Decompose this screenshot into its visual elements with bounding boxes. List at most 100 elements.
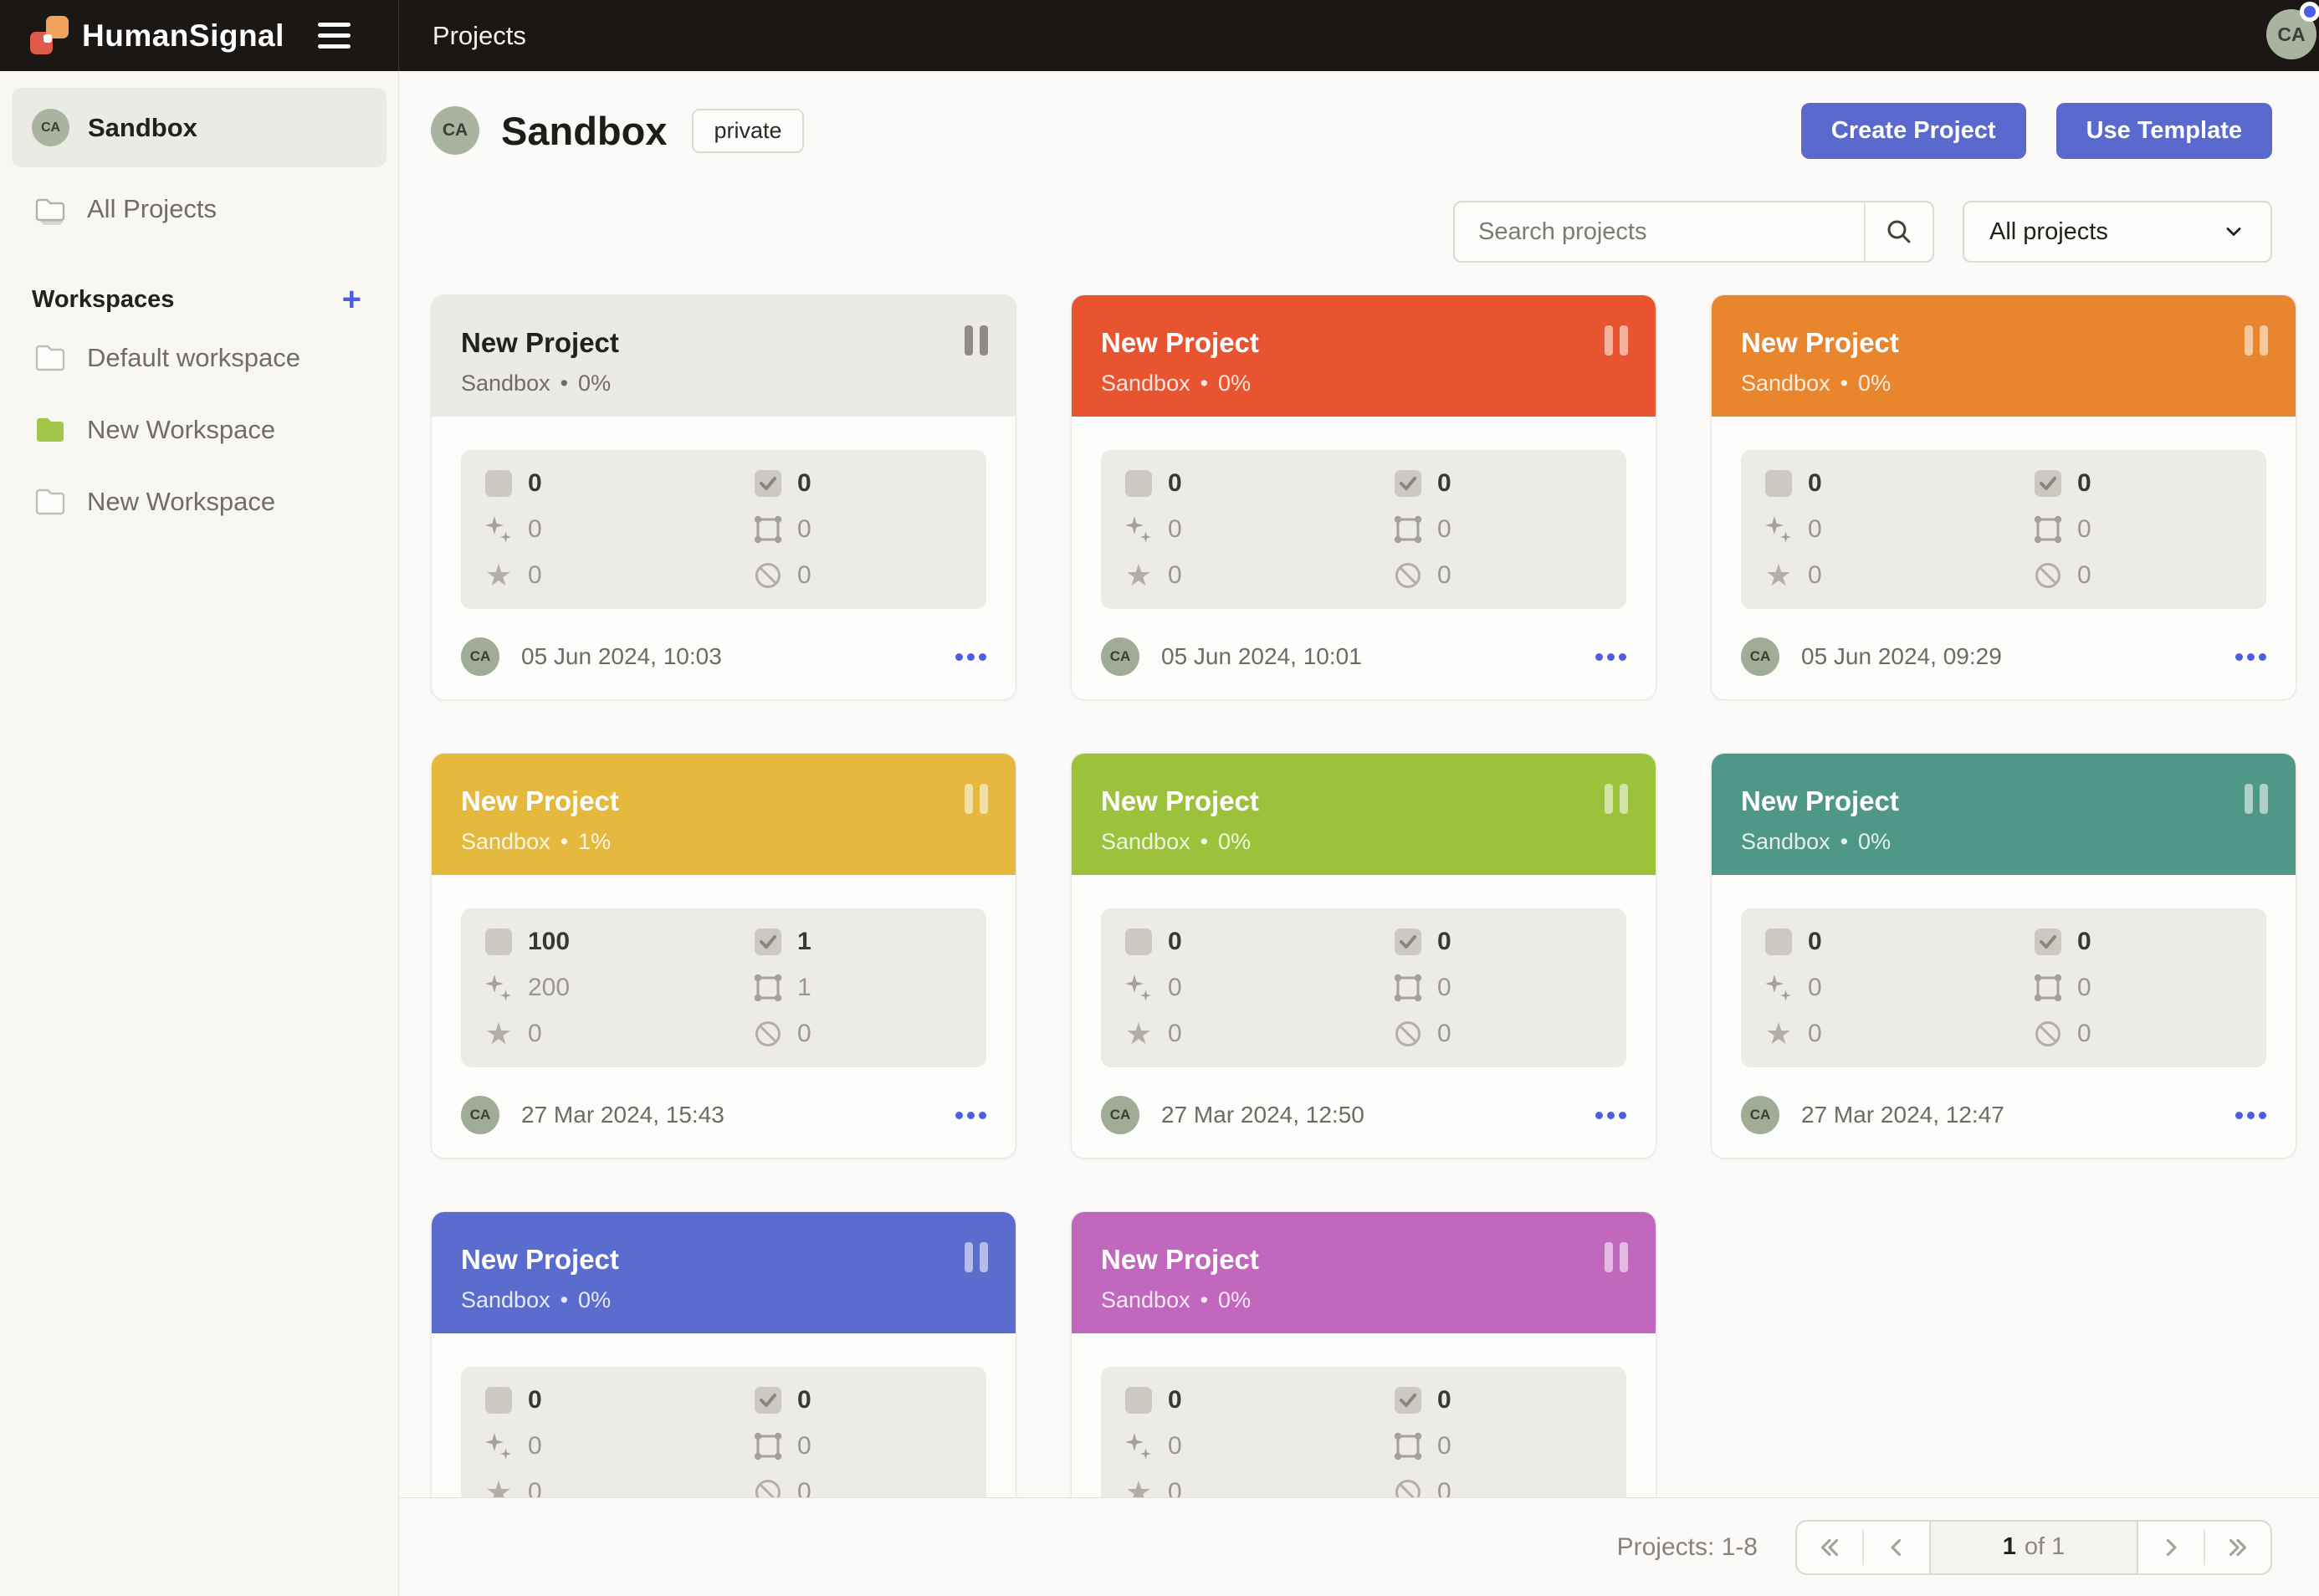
chevron-right-icon	[2157, 1533, 2185, 1562]
stat-tasks: 100	[483, 926, 752, 958]
first-page-button[interactable]	[1797, 1522, 1862, 1573]
brand-logo[interactable]: HumanSignal	[0, 16, 284, 56]
sidebar-item-all-projects[interactable]: All Projects	[12, 179, 386, 239]
stat-starred: ★ 0	[1763, 1018, 2032, 1050]
stat-skipped: 0	[2032, 560, 2266, 591]
user-avatar[interactable]: CA	[2266, 9, 2316, 59]
privacy-badge: private	[692, 109, 803, 153]
last-page-button[interactable]	[2205, 1522, 2270, 1573]
star-icon: ★	[483, 1018, 514, 1050]
sidebar-item-label: New Workspace	[87, 487, 275, 517]
project-title: New Project	[1101, 785, 1626, 817]
pause-icon[interactable]	[965, 784, 988, 814]
square-icon	[1763, 926, 1794, 958]
next-page-button[interactable]	[2138, 1522, 2204, 1573]
topbar-nav-projects[interactable]: Projects	[433, 21, 526, 51]
project-card[interactable]: New Project Sandbox • 0% 0 0	[1711, 753, 2296, 1159]
stat-annotations: 0	[2032, 926, 2266, 958]
use-template-button[interactable]: Use Template	[2056, 103, 2272, 159]
stat-skipped: 0	[1392, 1018, 1626, 1050]
sidebar-item-default-workspace[interactable]: Default workspace	[12, 328, 386, 388]
project-card[interactable]: New Project Sandbox • 0% 0 0	[1071, 294, 1656, 700]
stat-starred: ★ 0	[483, 1018, 752, 1050]
pause-icon[interactable]	[2245, 325, 2268, 356]
project-card-header: New Project Sandbox • 1%	[432, 754, 1016, 875]
star-icon: ★	[1763, 1018, 1794, 1050]
page-header: CA Sandbox private Create Project Use Te…	[431, 100, 2272, 161]
current-page: 1	[2003, 1533, 2016, 1561]
project-card-header: New Project Sandbox • 0%	[432, 1212, 1016, 1333]
sidebar-item-label: Sandbox	[88, 113, 197, 143]
create-project-button[interactable]: Create Project	[1801, 103, 2026, 159]
pager: 1 of 1	[1795, 1520, 2272, 1575]
project-card[interactable]: New Project Sandbox • 0% 0 0	[431, 294, 1016, 700]
card-menu-ellipsis-icon[interactable]	[2235, 645, 2266, 669]
square-icon	[483, 926, 514, 958]
previous-page-button[interactable]	[1864, 1522, 1929, 1573]
project-subtitle: Sandbox • 1%	[461, 829, 986, 855]
card-menu-ellipsis-icon[interactable]	[1595, 645, 1626, 669]
pause-icon[interactable]	[2245, 784, 2268, 814]
filter-selected-value: All projects	[1989, 218, 2108, 246]
project-card-footer: CA 27 Mar 2024, 12:50	[1072, 1096, 1656, 1158]
pause-icon[interactable]	[1605, 784, 1628, 814]
sidebar-item-sandbox[interactable]: CA Sandbox	[12, 88, 386, 167]
project-card[interactable]: New Project Sandbox • 0% 0 0	[1711, 294, 2296, 700]
stat-regions: 0	[1392, 514, 1626, 545]
check-square-icon	[2032, 926, 2064, 958]
card-menu-ellipsis-icon[interactable]	[955, 645, 986, 669]
sidebar-item-label: Default workspace	[87, 343, 300, 373]
project-workspace: Sandbox	[461, 371, 550, 396]
stat-predictions: 0	[1123, 972, 1392, 1004]
stat-regions: 0	[752, 514, 986, 545]
stat-predictions: 0	[1123, 1430, 1392, 1462]
creator-avatar: CA	[1741, 637, 1779, 676]
project-card-header: New Project Sandbox • 0%	[432, 295, 1016, 417]
creator-avatar: CA	[1101, 637, 1139, 676]
chevron-left-icon	[1882, 1533, 1911, 1562]
project-stats-panel: 0 0 ★ 0	[1101, 908, 1626, 1067]
projects-filter-select[interactable]: All projects	[1963, 201, 2272, 263]
add-workspace-button[interactable]: +	[337, 283, 366, 316]
sparkles-icon	[1763, 972, 1794, 1004]
bounding-box-icon	[1392, 514, 1424, 545]
ban-icon	[2032, 1018, 2064, 1050]
stat-skipped: 0	[752, 560, 986, 591]
project-progress: 0%	[578, 1287, 611, 1313]
search-input[interactable]	[1455, 202, 1864, 261]
project-card-footer: CA 05 Jun 2024, 10:03	[432, 637, 1016, 699]
pause-icon[interactable]	[965, 1242, 988, 1272]
project-card-footer: CA 05 Jun 2024, 09:29	[1712, 637, 2296, 699]
folder-filled-green-icon	[32, 413, 69, 447]
created-date: 27 Mar 2024, 12:47	[1801, 1102, 2004, 1128]
stat-skipped: 0	[2032, 1018, 2266, 1050]
pause-icon[interactable]	[1605, 325, 1628, 356]
project-card[interactable]: New Project Sandbox • 1% 100 200	[431, 753, 1016, 1159]
sidebar-item-new-workspace-1[interactable]: New Workspace	[12, 400, 386, 460]
project-title: New Project	[1101, 1244, 1626, 1276]
bounding-box-icon	[752, 1430, 784, 1462]
search-button[interactable]	[1864, 202, 1932, 261]
folder-outline-icon	[32, 485, 69, 519]
project-workspace: Sandbox	[1101, 1287, 1190, 1313]
sparkles-icon	[1123, 1430, 1154, 1462]
pause-icon[interactable]	[1605, 1242, 1628, 1272]
bullet-separator: •	[1840, 829, 1848, 855]
created-date: 27 Mar 2024, 12:50	[1161, 1102, 1364, 1128]
double-chevron-left-icon	[1815, 1533, 1844, 1562]
sidebar-item-new-workspace-2[interactable]: New Workspace	[12, 472, 386, 532]
stat-tasks: 0	[1123, 926, 1392, 958]
star-icon: ★	[1123, 560, 1154, 591]
notification-dot	[2300, 2, 2319, 22]
stacked-folders-icon	[32, 192, 69, 226]
project-title: New Project	[1741, 785, 2266, 817]
bullet-separator: •	[1840, 371, 1848, 396]
project-card[interactable]: New Project Sandbox • 0% 0 0	[1071, 753, 1656, 1159]
menu-hamburger-icon[interactable]	[318, 11, 368, 61]
card-menu-ellipsis-icon[interactable]	[955, 1103, 986, 1128]
pause-icon[interactable]	[965, 325, 988, 356]
stat-annotations: 0	[1392, 926, 1626, 958]
stat-annotations: 0	[2032, 468, 2266, 499]
card-menu-ellipsis-icon[interactable]	[1595, 1103, 1626, 1128]
card-menu-ellipsis-icon[interactable]	[2235, 1103, 2266, 1128]
